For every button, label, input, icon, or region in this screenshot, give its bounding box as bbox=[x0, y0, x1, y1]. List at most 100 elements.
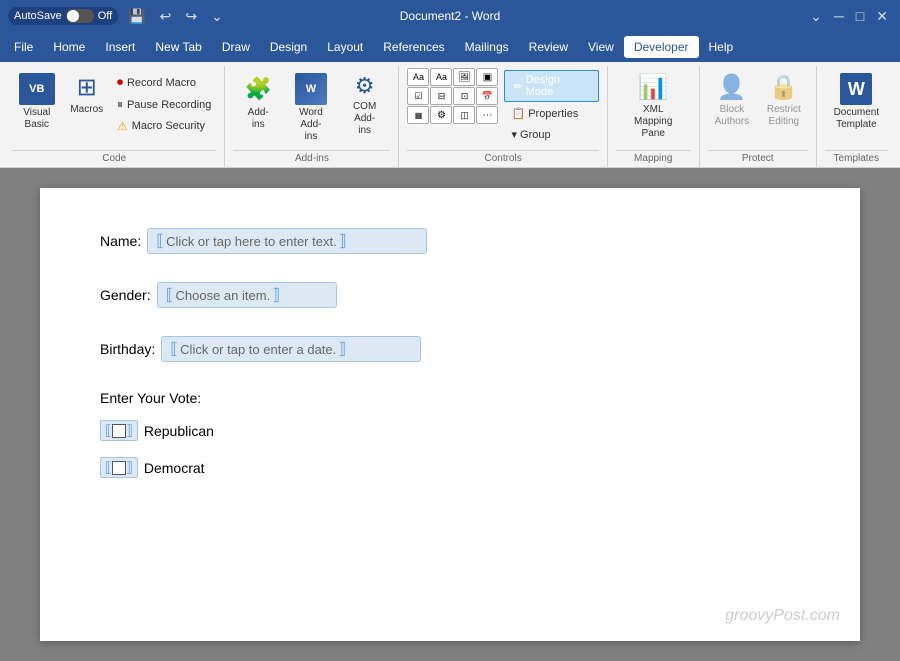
macro-stack: ⏺ Record Macro ⏸ Pause Recording ⚠ Macro… bbox=[112, 68, 216, 136]
text-content-ctrl-button[interactable]: Aa bbox=[407, 68, 429, 86]
building-block-ctrl-button[interactable]: ▣ bbox=[476, 68, 498, 86]
democrat-label: Democrat bbox=[144, 460, 205, 476]
properties-button[interactable]: 📋 Properties bbox=[504, 104, 598, 123]
ribbon-group-code-content: VB VisualBasic ⊞ Macros ⏺ Record Macro bbox=[12, 68, 216, 148]
mapping-group-label: Mapping bbox=[616, 150, 691, 167]
extra2-ctrl-button[interactable]: ⋯ bbox=[476, 106, 498, 124]
undo-icon[interactable]: ↩ bbox=[156, 6, 176, 27]
republican-checkbox-field[interactable]: ⟦ ⟧ bbox=[100, 420, 138, 441]
record-icon: ⏺ bbox=[117, 75, 123, 90]
autosave-toggle[interactable] bbox=[66, 9, 94, 23]
controls-right: ✏ Design Mode 📋 Properties ▾ Group bbox=[504, 68, 598, 144]
word-add-ins-button[interactable]: W WordAdd-ins bbox=[285, 68, 337, 148]
ribbon-group-protect-content: 👤 BlockAuthors 🔒 RestrictEditing bbox=[708, 68, 808, 148]
ribbon-group-addins: 🧩 Add-ins W WordAdd-ins ⚙ COMAdd-ins Add… bbox=[225, 66, 399, 167]
menu-draw[interactable]: Draw bbox=[212, 36, 260, 58]
macros-icon: ⊞ bbox=[77, 73, 97, 102]
gender-form-row: Gender: ⟦ Choose an item. ⟧ bbox=[100, 282, 800, 308]
menu-help[interactable]: Help bbox=[699, 36, 744, 58]
controls-row-3: ▦ ⚙ ◫ ⋯ bbox=[407, 106, 498, 124]
macro-security-label: Macro Security bbox=[132, 120, 205, 132]
gender-dropdown-field[interactable]: ⟦ Choose an item. ⟧ bbox=[157, 282, 337, 308]
maximize-icon[interactable]: □ bbox=[852, 6, 868, 26]
menu-newtab[interactable]: New Tab bbox=[145, 36, 211, 58]
menu-view[interactable]: View bbox=[578, 36, 624, 58]
birthday-date-field[interactable]: ⟦ Click or tap to enter a date. ⟧ bbox=[161, 336, 421, 362]
com-add-ins-label: COMAdd-ins bbox=[348, 101, 382, 137]
name-placeholder: Click or tap here to enter text. bbox=[166, 234, 337, 249]
customize-qat-icon[interactable]: ⌄ bbox=[207, 6, 227, 27]
record-macro-button[interactable]: ⏺ Record Macro bbox=[112, 72, 216, 93]
restrict-editing-button[interactable]: 🔒 RestrictEditing bbox=[760, 68, 808, 133]
ribbon-display-icon[interactable]: ⌄ bbox=[806, 6, 826, 27]
birthday-label: Birthday: bbox=[100, 341, 155, 357]
restrict-editing-label: RestrictEditing bbox=[767, 104, 801, 128]
gender-label: Gender: bbox=[100, 287, 151, 303]
design-mode-button[interactable]: ✏ Design Mode bbox=[504, 70, 598, 102]
menu-developer[interactable]: Developer bbox=[624, 36, 699, 58]
picture-ctrl-button[interactable]: 🖼 bbox=[453, 68, 475, 86]
legacy-ctrl-button[interactable]: ▦ bbox=[407, 106, 429, 124]
republican-checkbox-box[interactable] bbox=[112, 424, 126, 438]
macro-security-button[interactable]: ⚠ Macro Security bbox=[112, 116, 216, 136]
democrat-checkbox-box[interactable] bbox=[112, 461, 126, 475]
pause-recording-label: Pause Recording bbox=[127, 99, 211, 111]
group-button[interactable]: ▾ Group bbox=[504, 125, 598, 144]
name-label: Name: bbox=[100, 233, 141, 249]
name-input-field[interactable]: ⟦ Click or tap here to enter text. ⟧ bbox=[147, 228, 427, 254]
gender-bracket-right: ⟧ bbox=[272, 285, 280, 305]
add-ins-label: Add-ins bbox=[248, 107, 269, 131]
title-bar-right: ⌄ ─ □ ✕ bbox=[806, 6, 892, 27]
protect-group-label: Protect bbox=[708, 150, 808, 167]
ribbon-group-addins-content: 🧩 Add-ins W WordAdd-ins ⚙ COMAdd-ins bbox=[233, 68, 390, 148]
pause-recording-button[interactable]: ⏸ Pause Recording bbox=[112, 94, 216, 115]
tools-ctrl-button[interactable]: ⚙ bbox=[430, 106, 452, 124]
block-authors-button[interactable]: 👤 BlockAuthors bbox=[708, 68, 756, 133]
name-bracket-right: ⟧ bbox=[339, 231, 347, 251]
republican-bracket-right: ⟧ bbox=[126, 422, 133, 439]
xml-mapping-pane-button[interactable]: 📊 XML MappingPane bbox=[616, 68, 691, 145]
document-template-label: DocumentTemplate bbox=[834, 107, 880, 131]
menu-home[interactable]: Home bbox=[43, 36, 95, 58]
menu-references[interactable]: References bbox=[373, 36, 454, 58]
properties-label: Properties bbox=[528, 108, 578, 120]
extra1-ctrl-button[interactable]: ◫ bbox=[453, 106, 475, 124]
document-page: Name: ⟦ Click or tap here to enter text.… bbox=[40, 188, 860, 641]
restrict-editing-icon: 🔒 bbox=[769, 73, 799, 102]
text-plain-ctrl-button[interactable]: Aa bbox=[430, 68, 452, 86]
birthday-form-row: Birthday: ⟦ Click or tap to enter a date… bbox=[100, 336, 800, 362]
birthday-bracket-right: ⟧ bbox=[338, 339, 346, 359]
combo-ctrl-button[interactable]: ⊟ bbox=[430, 87, 452, 105]
block-authors-label: BlockAuthors bbox=[715, 104, 749, 128]
ribbon-content: VB VisualBasic ⊞ Macros ⏺ Record Macro bbox=[0, 62, 900, 167]
dropdown-ctrl-button[interactable]: ⊡ bbox=[453, 87, 475, 105]
visual-basic-button[interactable]: VB VisualBasic bbox=[12, 68, 62, 136]
democrat-checkbox-field[interactable]: ⟦ ⟧ bbox=[100, 457, 138, 478]
menu-mailings[interactable]: Mailings bbox=[455, 36, 519, 58]
birthday-bracket-left: ⟦ bbox=[170, 339, 178, 359]
menu-design[interactable]: Design bbox=[260, 36, 317, 58]
minimize-icon[interactable]: ─ bbox=[830, 6, 848, 26]
watermark: groovyPost.com bbox=[725, 607, 840, 625]
gender-bracket-left: ⟦ bbox=[166, 285, 174, 305]
macros-button[interactable]: ⊞ Macros bbox=[64, 68, 110, 121]
menu-layout[interactable]: Layout bbox=[317, 36, 373, 58]
macros-label: Macros bbox=[70, 104, 103, 116]
menu-insert[interactable]: Insert bbox=[95, 36, 145, 58]
autosave-state: Off bbox=[98, 10, 112, 22]
save-icon[interactable]: 💾 bbox=[124, 6, 149, 27]
menu-file[interactable]: File bbox=[4, 36, 43, 58]
checkbox-ctrl-button[interactable]: ☑ bbox=[407, 87, 429, 105]
autosave-badge[interactable]: AutoSave Off bbox=[8, 7, 118, 25]
com-add-ins-button[interactable]: ⚙ COMAdd-ins bbox=[339, 68, 391, 142]
redo-icon[interactable]: ↪ bbox=[181, 6, 201, 27]
document-template-button[interactable]: W DocumentTemplate bbox=[825, 68, 888, 136]
document-template-icon: W bbox=[840, 73, 872, 105]
menu-review[interactable]: Review bbox=[519, 36, 578, 58]
ribbon-group-controls: Aa Aa 🖼 ▣ ☑ ⊟ ⊡ 📅 ▦ ⚙ ◫ bbox=[399, 66, 607, 167]
close-icon[interactable]: ✕ bbox=[872, 6, 892, 27]
add-ins-button[interactable]: 🧩 Add-ins bbox=[233, 68, 283, 136]
autosave-toggle-knob bbox=[67, 10, 79, 22]
democrat-bracket-right: ⟧ bbox=[126, 459, 133, 476]
date-ctrl-button[interactable]: 📅 bbox=[476, 87, 498, 105]
